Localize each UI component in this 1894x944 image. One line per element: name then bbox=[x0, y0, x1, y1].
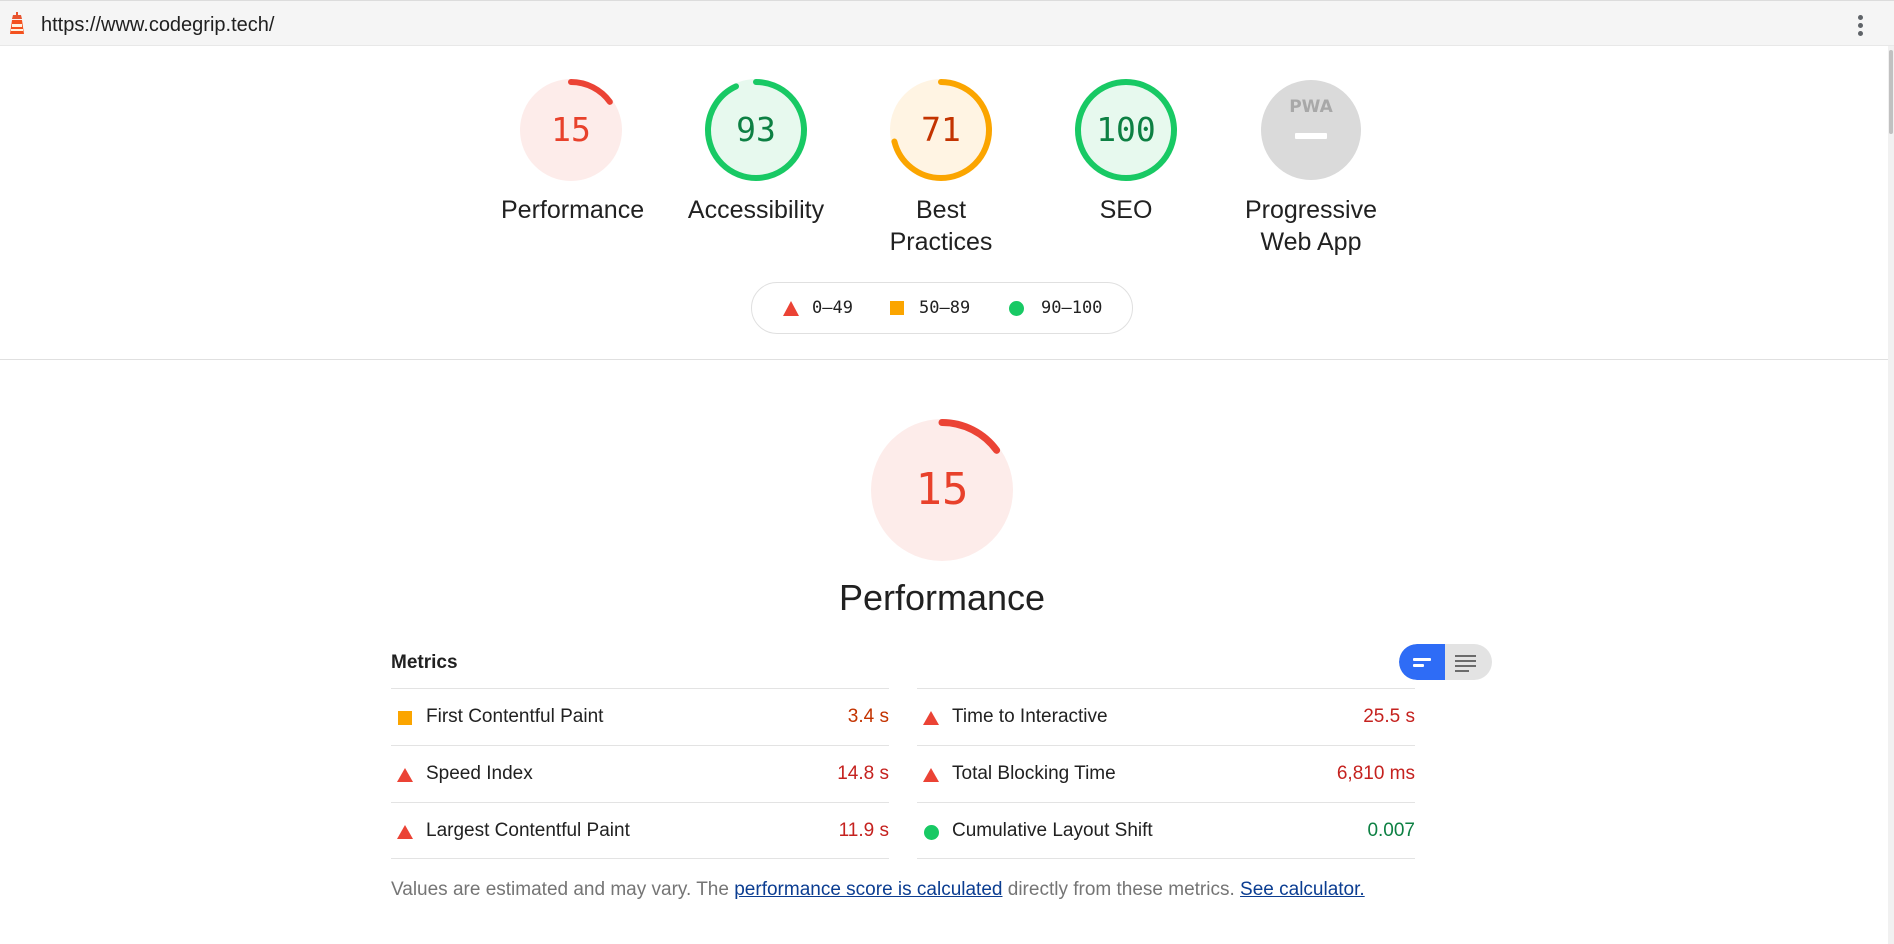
legend-range: 90–100 bbox=[1041, 298, 1103, 318]
legend-range: 50–89 bbox=[919, 298, 971, 318]
legend-item-average: 50–89 bbox=[890, 298, 970, 318]
average-square-icon bbox=[890, 301, 904, 315]
url-bar: https://www.codegrip.tech/ bbox=[0, 0, 1894, 46]
url-text[interactable]: https://www.codegrip.tech/ bbox=[41, 14, 274, 37]
average-square-icon bbox=[398, 711, 412, 725]
metric-name: Cumulative Layout Shift bbox=[952, 820, 1153, 841]
gauge-seo[interactable]: 100 SEO bbox=[1056, 78, 1196, 226]
fail-triangle-icon bbox=[923, 711, 939, 725]
pwa-badge-text: PWA bbox=[1289, 97, 1333, 117]
metric-name: Speed Index bbox=[426, 763, 533, 784]
footnote-prefix: Values are estimated and may vary. The bbox=[391, 879, 729, 900]
pass-circle-icon bbox=[924, 825, 939, 840]
metrics-view-toggle[interactable] bbox=[1399, 644, 1492, 680]
metric-row: Speed Index 14.8 s bbox=[391, 745, 889, 802]
fail-triangle-icon bbox=[783, 300, 799, 316]
gauge-accessibility[interactable]: 93 Accessibility bbox=[686, 78, 826, 226]
expanded-view-button[interactable] bbox=[1445, 644, 1492, 680]
gauge-best-practices[interactable]: 71 Best Practices bbox=[871, 78, 1011, 258]
metric-value: 14.8 s bbox=[837, 763, 889, 784]
pass-circle-icon bbox=[1009, 300, 1024, 316]
metric-row: Time to Interactive 25.5 s bbox=[917, 688, 1415, 745]
kebab-menu-icon[interactable] bbox=[1850, 13, 1870, 37]
metric-row: Total Blocking Time 6,810 ms bbox=[917, 745, 1415, 802]
metrics-heading: Metrics bbox=[391, 652, 458, 673]
lighthouse-icon bbox=[10, 12, 24, 34]
metric-name: First Contentful Paint bbox=[426, 706, 604, 727]
gauge-label: SEO bbox=[1099, 196, 1153, 224]
gauge-score: 15 bbox=[551, 110, 591, 149]
legend-range: 0–49 bbox=[812, 298, 853, 318]
metrics-column-left: First Contentful Paint 3.4 s Speed Index… bbox=[391, 688, 889, 859]
fail-triangle-icon bbox=[397, 825, 413, 839]
fail-triangle-icon bbox=[923, 768, 939, 782]
metrics-column-right: Time to Interactive 25.5 s Total Blockin… bbox=[917, 688, 1415, 859]
legend-item-pass: 90–100 bbox=[1009, 298, 1102, 318]
section-divider bbox=[0, 359, 1888, 360]
metric-value: 11.9 s bbox=[838, 820, 889, 841]
metric-name: Time to Interactive bbox=[952, 706, 1108, 727]
gauge-score: 71 bbox=[921, 110, 961, 149]
compact-view-button[interactable] bbox=[1399, 644, 1445, 680]
score-calculation-link[interactable]: performance score is calculated bbox=[734, 879, 1002, 900]
performance-title: Performance bbox=[838, 577, 1046, 618]
gauge-pwa[interactable]: PWA Progressive Web App bbox=[1241, 78, 1381, 258]
gauge-label: Progressive Web App bbox=[1241, 194, 1381, 258]
gauge-performance[interactable]: 15 Performance bbox=[501, 78, 645, 226]
gauge-label: Performance bbox=[501, 196, 645, 224]
gauge-label-line2: Web App bbox=[1260, 228, 1362, 256]
metric-value: 0.007 bbox=[1367, 820, 1415, 841]
metrics-footnote: Values are estimated and may vary. The p… bbox=[391, 879, 1365, 901]
metric-name: Total Blocking Time bbox=[952, 763, 1116, 784]
metric-value: 3.4 s bbox=[847, 706, 889, 727]
see-calculator-link[interactable]: See calculator. bbox=[1240, 879, 1365, 900]
metric-value: 25.5 s bbox=[1363, 706, 1415, 727]
gauge-label: Best Practices bbox=[889, 196, 993, 256]
page-scrollbar[interactable] bbox=[1888, 46, 1894, 944]
metric-row: First Contentful Paint 3.4 s bbox=[391, 688, 889, 745]
score-legend: 0–49 50–89 90–100 bbox=[751, 282, 1133, 334]
gauge-label: Accessibility bbox=[687, 196, 825, 224]
pwa-badge-icon: PWA bbox=[1261, 80, 1361, 180]
metric-value: 6,810 ms bbox=[1336, 763, 1415, 784]
legend-item-fail: 0–49 bbox=[783, 298, 853, 318]
gauge-label-line1: Progressive bbox=[1245, 196, 1377, 224]
performance-score: 15 bbox=[915, 464, 969, 515]
metric-name: Largest Contentful Paint bbox=[426, 820, 630, 841]
metric-row: Largest Contentful Paint 11.9 s bbox=[391, 802, 889, 859]
footnote-middle: directly from these metrics. bbox=[1007, 879, 1235, 900]
gauge-score: 93 bbox=[736, 110, 776, 149]
gauge-score: 100 bbox=[1096, 110, 1156, 149]
fail-triangle-icon bbox=[397, 768, 413, 782]
metric-row: Cumulative Layout Shift 0.007 bbox=[917, 802, 1415, 859]
